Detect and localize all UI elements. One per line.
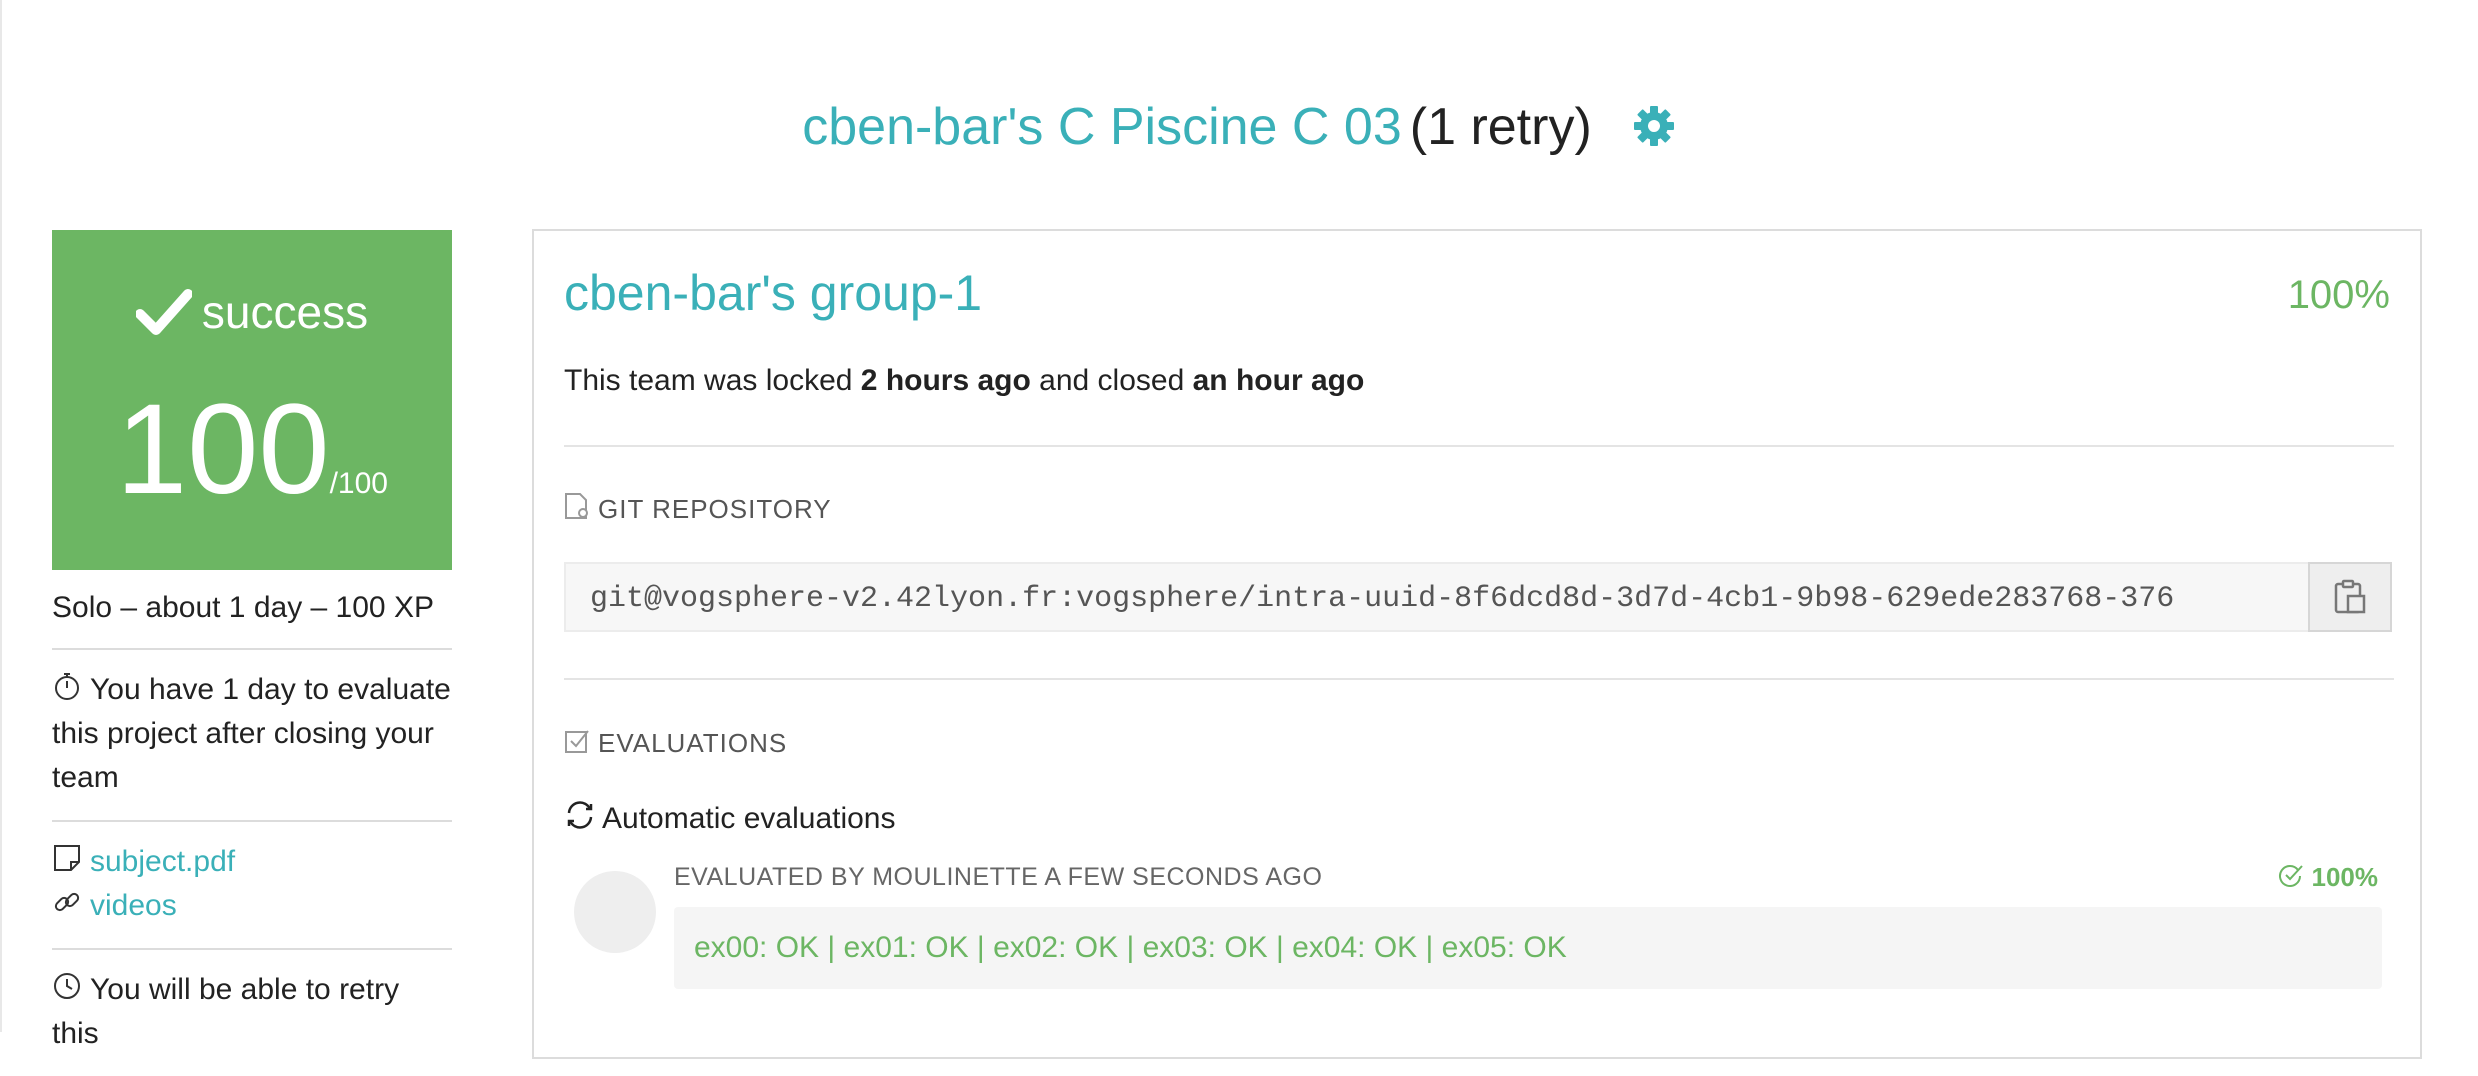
- repo-url-field[interactable]: git@vogsphere-v2.42lyon.fr:vogsphere/int…: [564, 562, 2308, 632]
- retry-count: (1 retry): [1409, 98, 1592, 156]
- team-lock-status: This team was locked 2 hours ago and clo…: [564, 359, 1364, 403]
- closed-time: an hour ago: [1192, 364, 1365, 397]
- subject-pdf-link[interactable]: subject.pdf: [52, 840, 452, 884]
- subject-pdf-label[interactable]: subject.pdf: [90, 845, 235, 878]
- stopwatch-icon: [55, 673, 79, 700]
- avatar: [574, 871, 656, 953]
- git-document-icon: [565, 493, 588, 519]
- evaluation-score-value: 100%: [2311, 862, 2379, 892]
- evaluations-section-title: EVALUATIONS: [598, 728, 788, 758]
- clipboard-icon: [2334, 579, 2366, 614]
- team-percentage: 100%: [2287, 273, 2390, 317]
- divider: [564, 445, 2394, 447]
- team-name[interactable]: cben-bar's group-1: [564, 261, 982, 325]
- videos-label[interactable]: videos: [90, 889, 177, 922]
- locked-time: 2 hours ago: [860, 364, 1031, 397]
- document-icon: [54, 845, 80, 871]
- retry-notice: You will be able to retry this: [52, 950, 452, 1076]
- status-label: success: [201, 286, 369, 338]
- project-links: subject.pdf videos: [52, 822, 452, 950]
- evaluator-info: EVALUATED BY MOULINETTE A FEW SECONDS AG…: [674, 863, 1323, 891]
- project-summary: Solo – about 1 day – 100 XP: [52, 570, 452, 650]
- locked-prefix: This team was locked: [564, 364, 853, 397]
- team-panel: cben-bar's group-1 100% This team was lo…: [532, 229, 2422, 1059]
- videos-link[interactable]: videos: [52, 884, 452, 928]
- evaluation-result: ex00: OK | ex01: OK | ex02: OK | ex03: O…: [674, 907, 2382, 989]
- status-heading: success: [52, 282, 452, 342]
- divider: [564, 678, 2394, 680]
- grade-value: 100: [116, 378, 330, 521]
- final-grade: 100/100: [52, 380, 452, 559]
- check-circle-icon: [2278, 865, 2303, 887]
- refresh-icon: [567, 801, 593, 829]
- copy-repo-button[interactable]: [2308, 562, 2392, 632]
- project-title[interactable]: cben-bar's C Piscine C 03: [802, 98, 1402, 156]
- checkbox-icon: [565, 730, 589, 753]
- project-sidebar: success 100/100 Solo – about 1 day – 100…: [52, 230, 452, 1076]
- evaluation-notice: You have 1 day to evaluate this project …: [52, 650, 452, 822]
- git-section-title: GIT REPOSITORY: [598, 494, 832, 524]
- grade-max: /100: [329, 467, 388, 500]
- project-title-row: cben-bar's C Piscine C 03 (1 retry): [0, 92, 2478, 162]
- clock-icon: [54, 973, 80, 999]
- checkmark-icon: [134, 289, 193, 335]
- git-section-header: GIT REPOSITORY: [564, 491, 832, 527]
- automatic-evaluations-heading: Automatic evaluations: [564, 797, 896, 841]
- status-card: success 100/100: [52, 230, 452, 570]
- evaluation-score: 100%: [2278, 859, 2379, 895]
- link-icon: [54, 892, 80, 912]
- evaluation-notice-text: You have 1 day to evaluate this project …: [52, 673, 451, 794]
- automatic-evaluations-label: Automatic evaluations: [602, 802, 896, 835]
- retry-notice-text: You will be able to retry this: [52, 973, 400, 1050]
- repo-url[interactable]: git@vogsphere-v2.42lyon.fr:vogsphere/int…: [590, 580, 2174, 618]
- closed-prefix: and closed: [1039, 364, 1185, 397]
- evaluations-section-header: EVALUATIONS: [564, 725, 787, 761]
- gear-icon[interactable]: [1632, 96, 1676, 146]
